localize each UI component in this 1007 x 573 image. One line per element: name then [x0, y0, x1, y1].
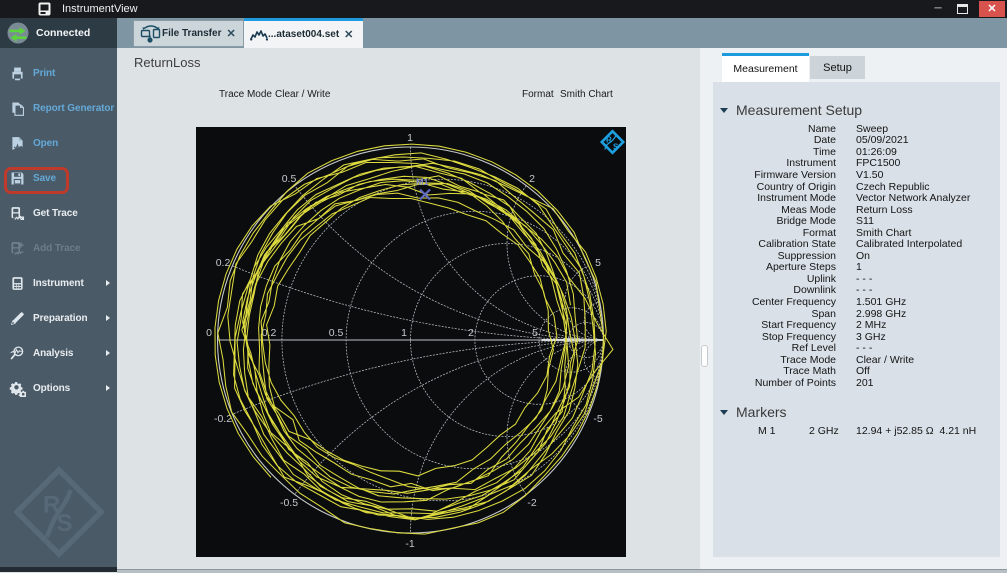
svg-text:1: 1 [407, 132, 413, 144]
svg-text:-5: -5 [593, 413, 602, 425]
svg-text:2: 2 [529, 173, 535, 185]
svg-text:2: 2 [468, 327, 474, 339]
svg-text:0.5: 0.5 [282, 173, 297, 185]
svg-text:1: 1 [401, 327, 407, 339]
svg-text:M1: M1 [416, 177, 429, 187]
svg-text:0.5: 0.5 [329, 327, 344, 339]
svg-text:-2: -2 [527, 497, 536, 509]
svg-text:S: S [613, 143, 619, 152]
svg-text:5: 5 [532, 327, 538, 339]
svg-text:0.2: 0.2 [216, 257, 231, 269]
svg-text:-1: -1 [405, 538, 414, 550]
svg-text:-0.5: -0.5 [280, 497, 298, 509]
svg-text:5: 5 [595, 257, 601, 269]
svg-text:0: 0 [206, 327, 212, 339]
